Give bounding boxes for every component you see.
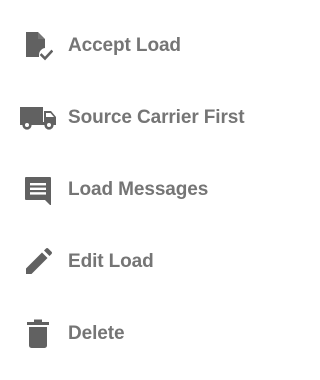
delete-label: Delete: [68, 323, 125, 344]
message-icon: [18, 170, 58, 210]
delete-button[interactable]: Delete: [0, 314, 280, 354]
source-carrier-first-label: Source Carrier First: [68, 107, 245, 128]
action-menu: Accept Load Source Carrier First Load Me…: [0, 0, 280, 380]
load-messages-label: Load Messages: [68, 179, 209, 200]
truck-icon: [18, 98, 58, 138]
edit-load-label: Edit Load: [68, 251, 154, 272]
source-carrier-first-button[interactable]: Source Carrier First: [0, 98, 280, 138]
accept-load-label: Accept Load: [68, 35, 181, 56]
trash-icon: [18, 314, 58, 354]
edit-load-button[interactable]: Edit Load: [0, 242, 280, 282]
accept-load-button[interactable]: Accept Load: [0, 26, 280, 66]
load-messages-button[interactable]: Load Messages: [0, 170, 280, 210]
pencil-icon: [18, 242, 58, 282]
file-check-icon: [18, 26, 58, 66]
